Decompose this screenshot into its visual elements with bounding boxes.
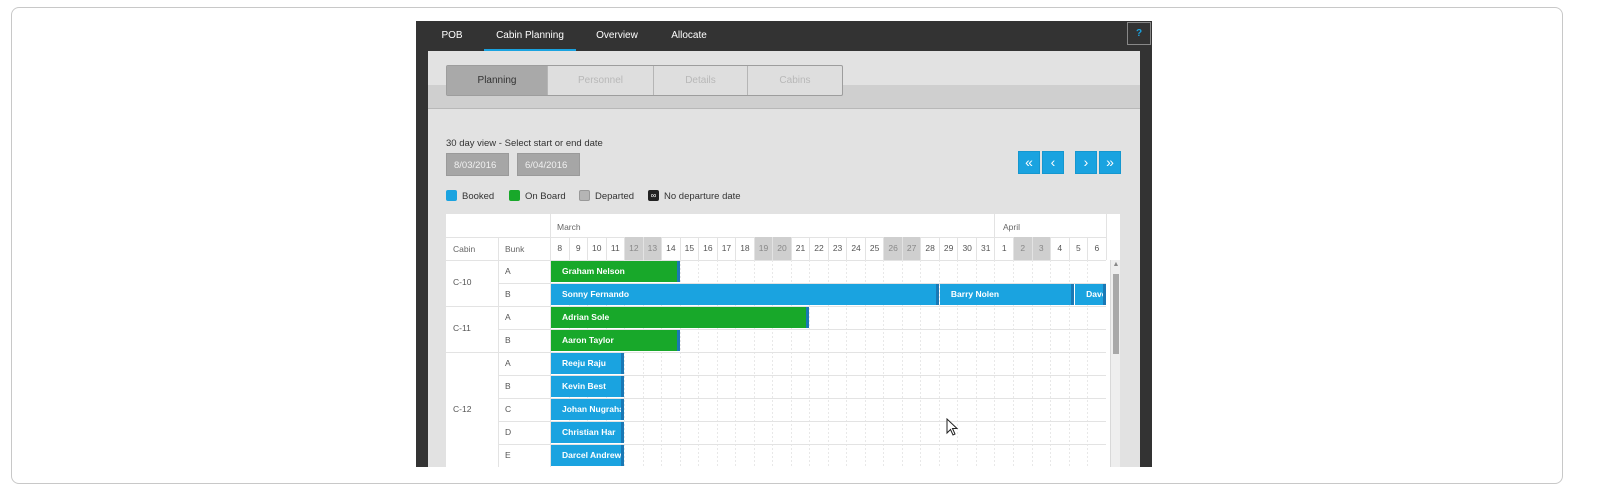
subtab-personnel[interactable]: Personnel [548,66,654,95]
day-header-8[interactable]: 8 [550,237,569,260]
prev-page-icon[interactable]: ‹ [1042,151,1064,174]
booked-swatch-icon [446,190,457,201]
month-april: April [1003,222,1021,232]
subtab-details[interactable]: Details [654,66,748,95]
subtab-planning[interactable]: Planning [447,66,548,95]
tab-cabin-planning[interactable]: Cabin Planning [484,21,576,51]
day-header-24[interactable]: 24 [846,237,865,260]
day-header-27[interactable]: 27 [901,237,921,260]
day-header-26[interactable]: 26 [883,237,902,260]
day-header-6[interactable]: 6 [1087,237,1106,260]
legend-no-departure-label: No departure date [664,191,741,203]
day-header-13[interactable]: 13 [642,237,662,260]
column-header-cabin: Cabin [453,244,476,254]
booking-bar[interactable]: Adrian Sole [551,307,810,328]
app-window: POB Cabin Planning Overview Allocate ? P… [416,21,1152,467]
day-header-20[interactable]: 20 [772,237,791,260]
bunk-label: A [505,358,511,368]
day-header-2[interactable]: 2 [1013,237,1032,260]
legend-booked: Booked [446,190,495,203]
legend-onboard-label: On Board [525,191,566,203]
legend-booked-label: Booked [462,191,495,203]
day-header-12[interactable]: 12 [624,237,643,260]
legend-departed: Departed [579,190,635,203]
booking-bar[interactable]: Graham Nelson [551,261,680,282]
booking-bar[interactable]: Dave W [1075,284,1106,305]
bunk-label: D [505,427,512,437]
last-page-icon[interactable]: » [1099,151,1121,174]
first-page-icon[interactable]: « [1018,151,1040,174]
day-header-19[interactable]: 19 [753,237,773,260]
day-header-4[interactable]: 4 [1050,237,1069,260]
booking-bar[interactable]: Aaron Taylor [551,330,680,351]
booking-bar[interactable]: Christian Har [551,422,625,443]
month-divider [1105,214,1107,260]
end-date-field[interactable]: 6/04/2016 [517,153,580,176]
day-header-28[interactable]: 28 [920,237,939,260]
month-divider [994,214,996,237]
day-header-15[interactable]: 15 [679,237,699,260]
grid-scrollbar[interactable]: ▲ [1110,260,1120,467]
day-header-1[interactable]: 1 [994,237,1013,260]
date-range-hint: 30 day view - Select start or end date [446,138,603,149]
cabin-divider [446,352,1106,353]
legend-no-departure: ∞ No departure date [648,190,741,203]
tab-pob[interactable]: POB [430,21,474,51]
day-header-23[interactable]: 23 [827,237,847,260]
day-header-31[interactable]: 31 [975,237,995,260]
day-header-22[interactable]: 22 [809,237,828,260]
month-march: March [557,222,581,232]
booking-bar[interactable]: Kevin Best [551,376,625,397]
day-header-9[interactable]: 9 [568,237,588,260]
bunk-label: B [505,381,511,391]
subtab-group: Planning Personnel Details Cabins [446,65,843,96]
booking-bar[interactable]: Sonny Fernando [551,284,939,305]
day-header-14[interactable]: 14 [661,237,680,260]
day-header-29[interactable]: 29 [938,237,958,260]
scroll-up-icon[interactable]: ▲ [1111,260,1120,270]
column-header-bunk: Bunk [505,244,525,254]
subtab-cabins[interactable]: Cabins [748,66,842,95]
bunk-label: A [505,266,511,276]
legend-departed-label: Departed [595,191,635,203]
legend-onboard: On Board [509,190,566,203]
day-header-21[interactable]: 21 [790,237,810,260]
booking-bar[interactable]: Reeju Raju [551,353,625,374]
help-button[interactable]: ? [1127,22,1151,45]
tab-overview[interactable]: Overview [586,21,648,51]
departed-swatch-icon [579,190,590,201]
day-header-3[interactable]: 3 [1031,237,1051,260]
top-navigation: POB Cabin Planning Overview Allocate ? [416,21,1152,51]
main-content: Planning Personnel Details Cabins 30 day… [428,51,1140,467]
day-header-16[interactable]: 16 [698,237,717,260]
day-header-30[interactable]: 30 [957,237,976,260]
mouse-pointer-icon [946,418,959,436]
day-header-11[interactable]: 11 [605,237,625,260]
tab-allocate[interactable]: Allocate [660,21,718,51]
header-divider [446,260,1106,261]
bunk-label: C [505,404,512,414]
cabin-label: C-10 [453,277,472,287]
booking-bar[interactable]: Barry Nolen [939,284,1075,305]
next-page-icon[interactable]: › [1075,151,1097,174]
day-header-17[interactable]: 17 [716,237,736,260]
booking-bar[interactable]: Darcel Andrew [551,445,625,466]
start-date-field[interactable]: 8/03/2016 [446,153,509,176]
bunk-label: E [505,450,511,460]
booking-bar[interactable]: Johan Nugraha [551,399,625,420]
planning-grid: March April Cabin Bunk ▲ 8 9 10 11 12 13 14 15 1… [446,214,1120,467]
infinity-icon: ∞ [648,190,659,201]
day-header-18[interactable]: 18 [735,237,754,260]
bunk-label: B [505,289,511,299]
day-header-25[interactable]: 25 [864,237,884,260]
bunk-label: B [505,335,511,345]
onboard-swatch-icon [509,190,520,201]
scrollbar-thumb[interactable] [1113,274,1119,354]
cabin-label: C-11 [453,323,471,333]
bunk-label: A [505,312,511,322]
day-header-10[interactable]: 10 [587,237,606,260]
cabin-label: C-12 [453,403,472,414]
day-header-5[interactable]: 5 [1068,237,1088,260]
